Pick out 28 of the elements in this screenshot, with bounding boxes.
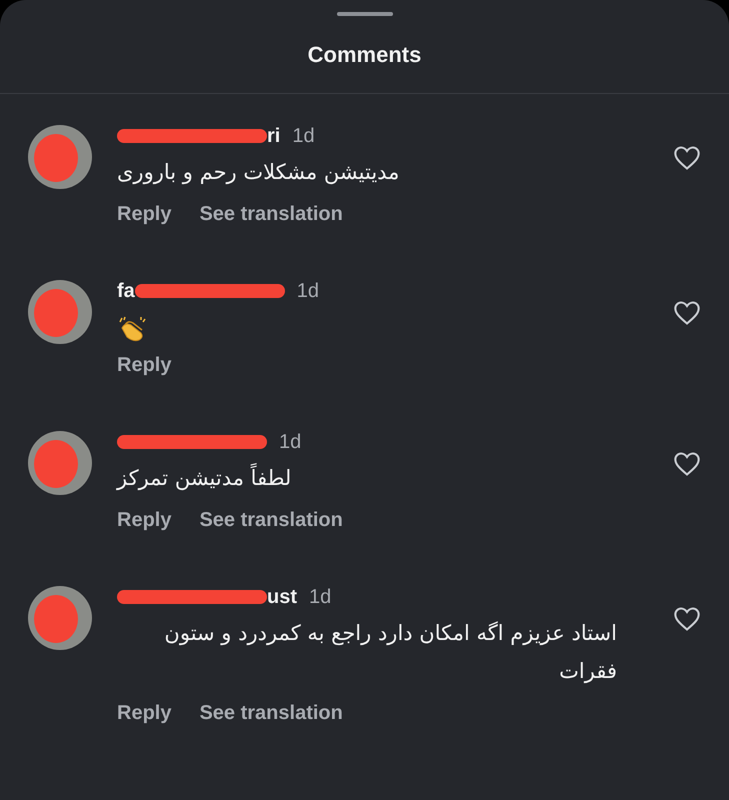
redaction-mark [34,595,78,643]
see-translation-link[interactable]: See translation [199,203,343,226]
heart-icon[interactable] [673,144,701,172]
reply-link[interactable]: Reply [117,702,172,725]
comment-time: 1d [292,124,315,148]
see-translation-link[interactable]: See translation [199,509,343,532]
reply-link[interactable]: Reply [117,509,172,532]
redaction-mark [34,289,78,337]
drag-handle[interactable] [336,12,392,16]
redaction-mark [34,440,78,488]
heart-icon[interactable] [673,605,701,633]
clapping-hands-icon [117,316,147,342]
comment-text: مدیتیشن مشکلات رحم و باروری [117,159,400,186]
heart-icon[interactable] [673,299,701,327]
reply-link[interactable]: Reply [117,354,172,377]
redaction-mark [34,134,78,182]
comment-time: 1d [279,430,302,454]
username[interactable]: fa [117,280,135,302]
comment-text: لطفاً مدتیشن تمرکز [117,459,292,497]
reply-link[interactable]: Reply [117,203,172,226]
sheet-title: Comments [306,42,422,69]
see-translation-link[interactable]: See translation [199,702,343,725]
username[interactable]: ri [267,124,280,148]
comment-time: 1d [296,280,320,302]
comment-text: استاد عزیزم اگه امکان دارد راجع به کمردرد و ستون فقرات [163,620,617,686]
heart-icon[interactable] [673,450,701,478]
username[interactable]: ust [267,586,297,608]
comment-time: 1d [309,586,332,608]
